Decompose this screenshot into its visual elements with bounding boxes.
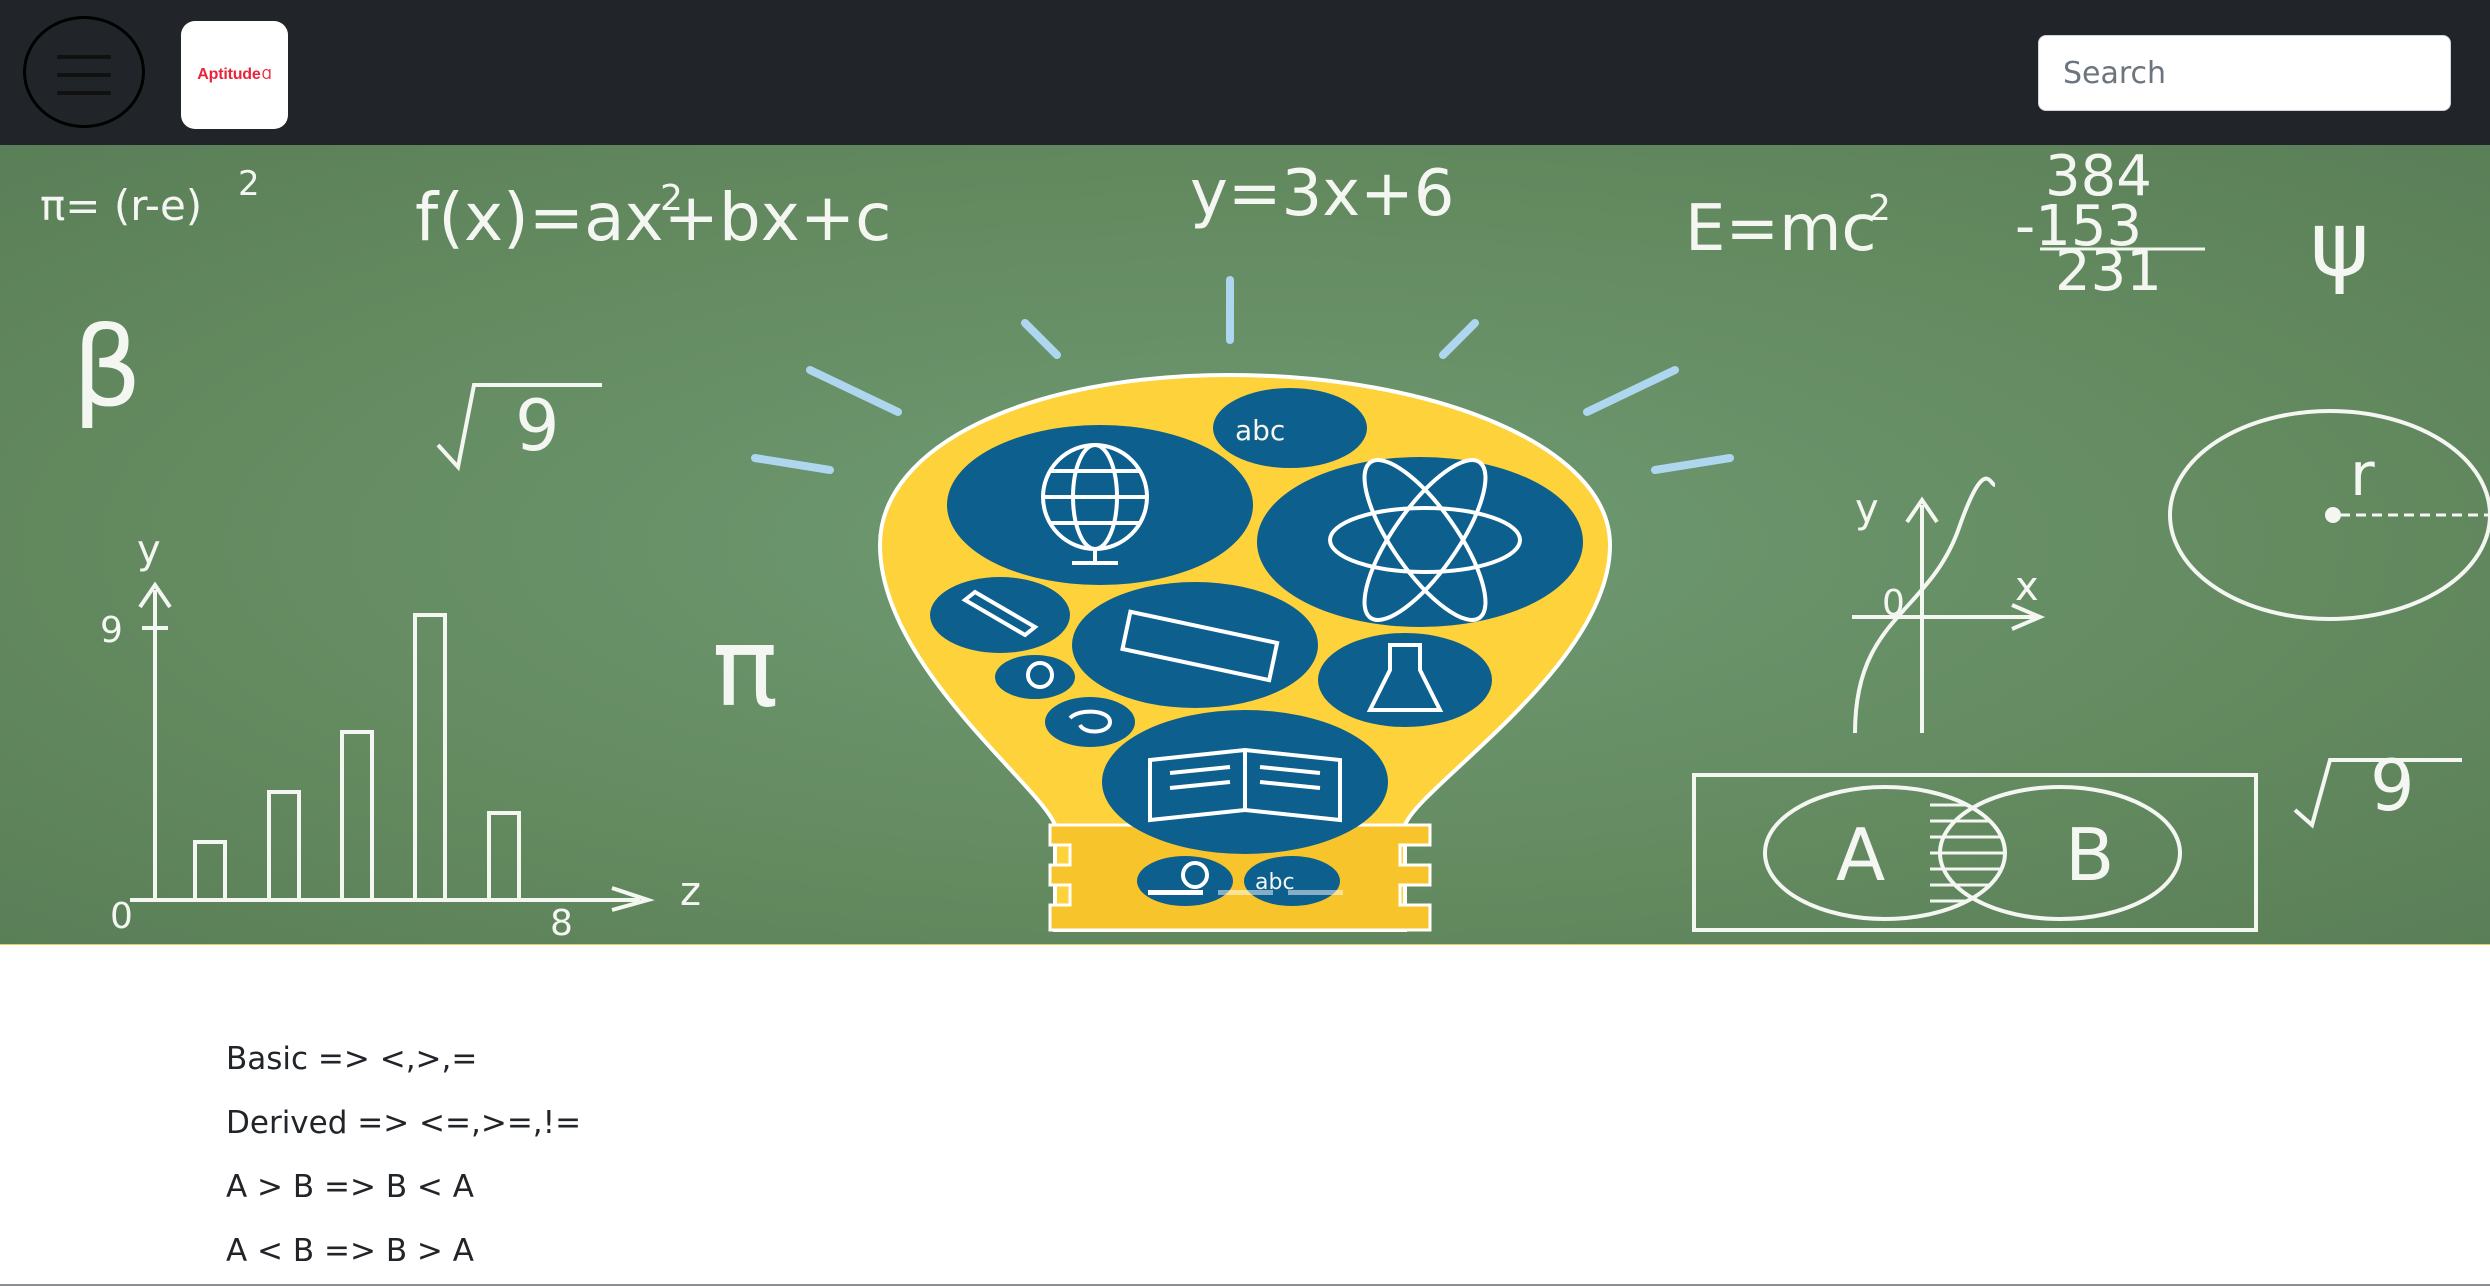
- radius-label: r: [2350, 440, 2375, 510]
- bar-chart-bar: [340, 730, 374, 902]
- hero-illustration: π= (r-e) 2 f(x)=ax+bx+c 2 y=3x+6 E=mc 2 …: [40, 145, 2490, 944]
- bar-chart-y-label: y: [137, 527, 161, 573]
- bar-chart-origin: 0: [110, 896, 133, 937]
- beta-symbol: β: [72, 303, 142, 431]
- hero-bottom-border: [0, 944, 2490, 945]
- rule-line: A < B => B > A: [226, 1233, 474, 1269]
- bulb-abc-top: abc: [1235, 414, 1285, 447]
- pi-symbol: π: [712, 603, 778, 731]
- linear-formula: y=3x+6: [1190, 157, 1454, 231]
- light-bulb-illustration: abc abc: [751, 276, 1734, 932]
- carousel-indicator-active[interactable]: [1148, 890, 1203, 895]
- brand-logo[interactable]: Aptitude Ɑ: [181, 21, 288, 129]
- sqrt-right-value: 9: [2370, 745, 2415, 827]
- hamburger-icon: [57, 55, 111, 95]
- carousel-indicators: [1148, 890, 1343, 895]
- rule-line: A > B => B < A: [226, 1169, 474, 1205]
- energy-exponent: 2: [1868, 188, 1891, 229]
- venn-label-a: A: [1836, 813, 1885, 897]
- rule-line: Basic => <,>,=: [226, 1041, 478, 1077]
- bubble-ruler: [1072, 582, 1318, 708]
- venn-diagram: [1692, 773, 2258, 932]
- graph-x-label: x: [2015, 564, 2039, 610]
- search-input[interactable]: [2038, 35, 2451, 111]
- bar-chart-x-tick-label: 8: [550, 903, 573, 944]
- sqrt-left-value: 9: [515, 385, 560, 467]
- bubble-clip: [1045, 697, 1135, 747]
- top-navbar: Aptitude Ɑ: [0, 0, 2490, 145]
- function-graph-doodle: [1852, 476, 2046, 734]
- carousel-indicator[interactable]: [1288, 890, 1343, 895]
- bar-chart-bar: [413, 613, 447, 902]
- hero-banner: π= (r-e) 2 f(x)=ax+bx+c 2 y=3x+6 E=mc 2 …: [0, 145, 2490, 945]
- energy-formula: E=mc: [1685, 192, 1877, 266]
- bar-chart-z-label: z: [680, 869, 701, 915]
- menu-toggle-button[interactable]: [23, 16, 145, 128]
- rule-line: Derived => <=,>=,!=: [226, 1105, 582, 1141]
- carousel-indicator[interactable]: [1218, 890, 1273, 895]
- bar-chart-bar: [487, 811, 521, 902]
- circle-radius-doodle: [2168, 409, 2490, 621]
- bubble-magnifier: [995, 655, 1075, 699]
- quadratic-formula: f(x)=ax+bx+c: [415, 179, 891, 256]
- graph-origin: 0: [1882, 583, 1905, 624]
- subtraction-result: 231: [2055, 239, 2162, 304]
- bar-chart-bar: [267, 790, 301, 902]
- rules-content: Basic => <,>,= Derived => <=,>=,!= A > B…: [226, 1030, 1426, 1286]
- logo-text: Aptitude: [197, 66, 261, 83]
- bar-chart-y-tick-label: 9: [100, 610, 123, 651]
- bubble-pencil: [930, 577, 1070, 653]
- bar-chart-doodle: [130, 581, 655, 912]
- pi-formula-exponent: 2: [238, 164, 260, 204]
- venn-label-b: B: [2065, 813, 2114, 897]
- logo-mark: Ɑ: [261, 67, 272, 83]
- graph-y-label: y: [1855, 486, 1879, 532]
- quadratic-exponent: 2: [660, 178, 683, 219]
- pi-formula: π= (r-e): [40, 181, 202, 230]
- bar-chart-bar: [193, 840, 227, 902]
- bubble-flask: [1318, 633, 1492, 727]
- psi-symbol: ψ: [2310, 192, 2369, 297]
